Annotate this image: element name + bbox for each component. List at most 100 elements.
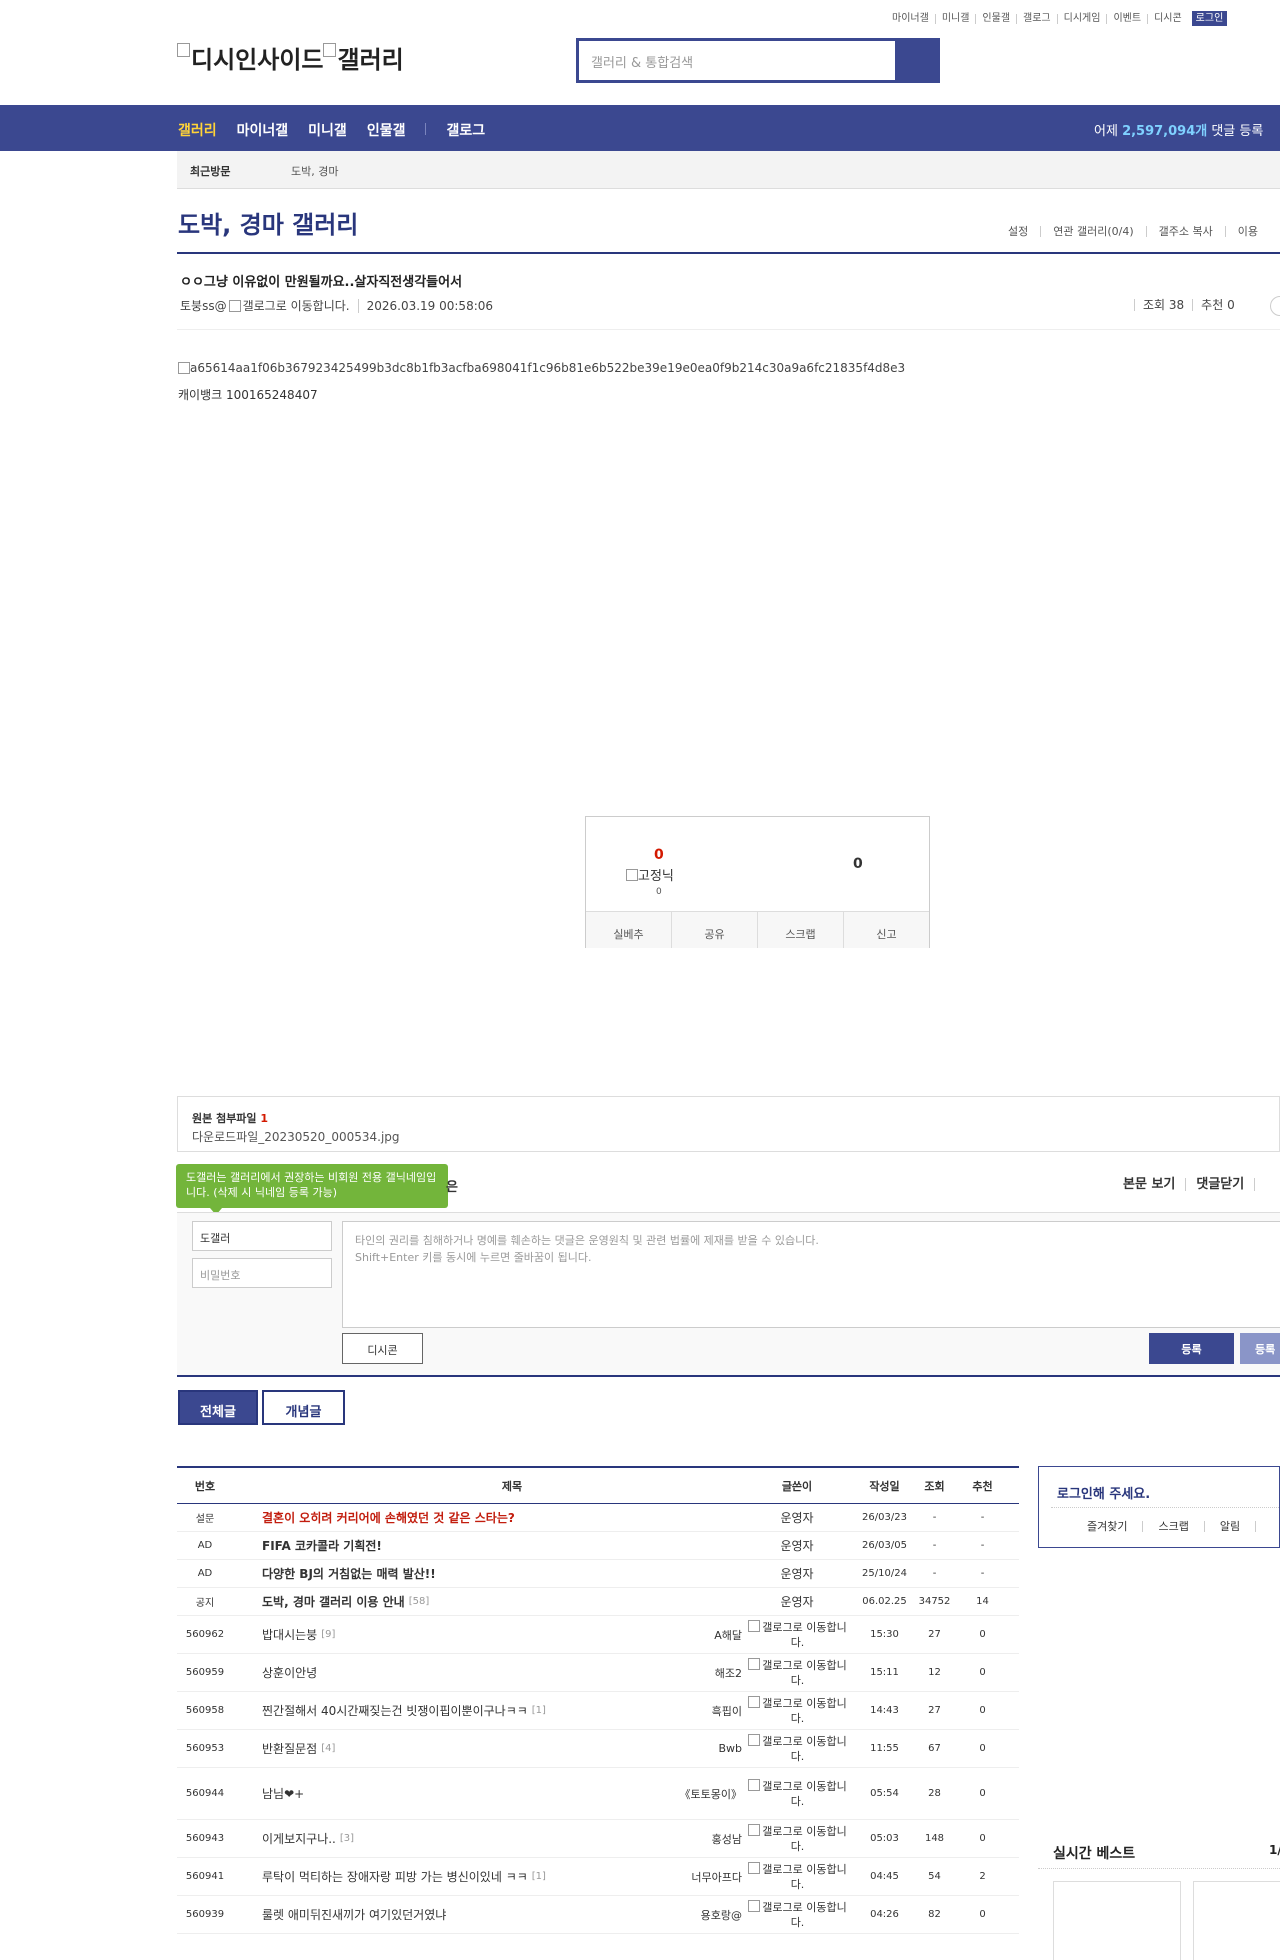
row-writer[interactable]: A해달 — [714, 1627, 742, 1643]
row-writer[interactable]: 홍성남 — [712, 1831, 742, 1847]
row-title[interactable]: 밥대시는붕 — [262, 1626, 317, 1643]
recent-visit-item[interactable]: 도박, 경마 — [291, 163, 338, 179]
row-title[interactable]: 룰렛 애미뒤진새끼가 여기있던거였냐 — [262, 1906, 446, 1923]
scrap-button[interactable]: 스크랩 — [758, 912, 844, 948]
best-thumbnail[interactable] — [1053, 1881, 1181, 1960]
row-writer[interactable]: 운영자 — [780, 1565, 813, 1582]
row-writer-galog[interactable]: 갤로그로 이동합니다. — [745, 1619, 850, 1650]
table-row[interactable]: 설문 결혼이 오히려 커리어에 손해였던 것 같은 스타는? 운영자 26/03/23… — [177, 1504, 1019, 1532]
galog-icon[interactable] — [228, 299, 241, 312]
table-row[interactable]: 560941 루탁이 먹티하는 장애자랑 피방 가는 병신이있네 ㅋㅋ [1] 너무아… — [177, 1858, 1019, 1896]
util-mini-gallery[interactable]: 미니갤 — [936, 13, 977, 24]
recommend-up-count[interactable]: 0 — [654, 847, 664, 863]
comment-textarea[interactable]: 타인의 권리를 침해하거나 명예를 훼손하는 댓글은 운영원칙 및 관련 법률에… — [342, 1221, 1280, 1328]
row-writer-galog[interactable]: 갤로그로 이동합니다. — [745, 1823, 850, 1854]
row-writer[interactable]: 운영자 — [780, 1537, 813, 1554]
util-person-gallery[interactable]: 인물갤 — [976, 13, 1018, 24]
nickname-field[interactable]: 도갤러 — [192, 1221, 332, 1251]
row-reply-count[interactable]: [58] — [409, 1596, 430, 1607]
row-reply-count[interactable]: [9] — [321, 1629, 335, 1640]
nav-minor-gallery[interactable]: 마이너갤 — [237, 120, 289, 140]
row-writer[interactable]: Bwb — [718, 1742, 742, 1755]
row-title[interactable]: FIFA 코카콜라 기획전! — [262, 1537, 382, 1554]
favorites-link[interactable]: 즐겨찾기 — [1039, 1521, 1144, 1532]
login-prompt-title[interactable]: 로그인해 주세요. — [1057, 1483, 1150, 1502]
nav-person-gallery[interactable]: 인물갤 — [367, 120, 406, 140]
login-prompt-divider — [1051, 1507, 1280, 1508]
row-writer[interactable]: 해조2 — [715, 1665, 742, 1681]
scrap-link[interactable]: 스크랩 — [1143, 1521, 1205, 1532]
galog-icon — [748, 1657, 761, 1670]
report-button[interactable]: 신고 — [844, 912, 929, 948]
gallery-title[interactable]: 도박, 경마 갤러리 — [178, 205, 358, 240]
util-galog[interactable]: 갤로그 — [1017, 13, 1058, 24]
best-thumbnail[interactable] — [1193, 1881, 1280, 1960]
row-writer-galog[interactable]: 갤로그로 이동합니다. — [745, 1657, 850, 1688]
site-logo[interactable]: 디시인사이드 갤러리 — [177, 40, 404, 75]
row-reply-count[interactable]: [1] — [532, 1871, 546, 1882]
row-title[interactable]: 반환질문점 — [262, 1740, 317, 1757]
table-row[interactable]: 560959 상훈이안녕 해조2 갤로그로 이동합니다. 15:11 12 0 — [177, 1654, 1019, 1692]
row-title[interactable]: 이게보지구나.. — [262, 1830, 336, 1847]
row-title[interactable]: 도박, 경마 갤러리 이용 안내 — [262, 1593, 405, 1610]
row-writer[interactable]: 운영자 — [780, 1593, 813, 1610]
row-title[interactable]: 루탁이 먹티하는 장애자랑 피방 가는 병신이있네 ㅋㅋ — [262, 1868, 528, 1885]
table-row[interactable]: 560958 찐간절해서 40시간째짖는건 빗쟁이핍이뿐이구나ㅋㅋ [1] 흑핍이 갤로… — [177, 1692, 1019, 1730]
table-row[interactable]: 560943 이게보지구나.. [3] 홍성남 갤로그로 이동합니다. 05:03 148 0 — [177, 1820, 1019, 1858]
row-writer-galog[interactable]: 갤로그로 이동합니다. — [745, 1899, 850, 1930]
nav-galog[interactable]: 갤로그 — [446, 120, 485, 140]
table-row[interactable]: AD 다양한 BJ의 거침없는 매력 발산!! 운영자 25/10/24 - - — [177, 1560, 1019, 1588]
attachment-file-link[interactable]: 다운로드파일_20230520_000534.jpg — [192, 1128, 400, 1145]
row-writer-galog[interactable]: 갤로그로 이동합니다. — [745, 1695, 850, 1726]
submit-comment-button[interactable]: 등록 — [1149, 1333, 1234, 1364]
gallery-settings-link[interactable]: 설정 — [1008, 226, 1042, 237]
search-input[interactable]: 갤러리 & 통합검색 — [579, 41, 895, 80]
tab-concept-posts[interactable]: 개념글 — [262, 1390, 345, 1425]
table-row[interactable]: 560939 룰렛 애미뒤진새끼가 여기있던거였냐 용호랑@ 갤로그로 이동합니다. 0… — [177, 1896, 1019, 1934]
share-button[interactable]: 공유 — [672, 912, 758, 948]
util-dccon[interactable]: 디시콘 — [1148, 13, 1188, 24]
tab-all-posts[interactable]: 전체글 — [178, 1390, 258, 1425]
util-minor-gallery[interactable]: 마이너갤 — [892, 13, 936, 24]
util-event[interactable]: 이벤트 — [1107, 13, 1149, 24]
row-title[interactable]: 찐간절해서 40시간째짖는건 빗쟁이핍이뿐이구나ㅋㅋ — [262, 1702, 528, 1719]
related-gallery-link[interactable]: 연관 갤러리(0/4) — [1041, 226, 1147, 237]
row-writer[interactable]: 용호랑@ — [701, 1907, 742, 1923]
row-writer-galog[interactable]: 갤로그로 이동합니다. — [745, 1733, 850, 1764]
row-writer[interactable]: 흑핍이 — [712, 1703, 742, 1719]
nav-gallery[interactable]: 갤러리 — [178, 120, 217, 140]
submit-comment-secondary-button[interactable]: 등록 — [1240, 1333, 1280, 1364]
row-title[interactable]: 다양한 BJ의 거침없는 매력 발산!! — [262, 1565, 436, 1582]
post-writer[interactable]: 토붕ss@ — [180, 297, 227, 314]
row-writer[interactable]: 운영자 — [780, 1509, 813, 1526]
row-reply-count[interactable]: [3] — [340, 1833, 354, 1844]
row-writer-galog[interactable]: 갤로그로 이동합니다. — [745, 1778, 850, 1809]
row-writer[interactable]: 너무아프다 — [691, 1869, 742, 1885]
table-row[interactable]: 560944 남님❤+ 《토토몽이》 갤로그로 이동합니다. 05:54 28 0 — [177, 1768, 1019, 1820]
recommend-down-count[interactable]: 0 — [853, 856, 863, 872]
dccon-button[interactable]: 디시콘 — [342, 1333, 423, 1364]
row-title[interactable]: 결혼이 오히려 커리어에 손해였던 것 같은 스타는? — [262, 1509, 515, 1526]
table-row[interactable]: 560953 반환질문점 [4] Bwb 갤로그로 이동합니다. 11:55 67 0 — [177, 1730, 1019, 1768]
table-row[interactable]: AD FIFA 코카콜라 기획전! 운영자 26/03/05 - - — [177, 1532, 1019, 1560]
util-dcgame[interactable]: 디시게임 — [1058, 13, 1108, 24]
table-row[interactable]: 공지 도박, 경마 갤러리 이용 안내 [58] 운영자 06.02.25 34752 14 — [177, 1588, 1019, 1616]
view-body-link[interactable]: 본문 보기 — [1123, 1178, 1187, 1191]
notification-link[interactable]: 알림 — [1205, 1521, 1257, 1532]
search-button[interactable] — [895, 41, 937, 80]
row-writer-galog[interactable]: 갤로그로 이동합니다. — [745, 1861, 850, 1892]
gallery-usage-link[interactable]: 이용 — [1226, 226, 1270, 237]
row-writer[interactable]: 《토토몽이》 — [680, 1786, 742, 1802]
password-field[interactable]: 비밀번호 — [192, 1258, 332, 1288]
table-row[interactable]: 560962 밥대시는붕 [9] A해달 갤로그로 이동합니다. 15:30 27 0 — [177, 1616, 1019, 1654]
best-recommend-button[interactable]: 실베추 — [586, 912, 672, 948]
row-title[interactable]: 남님❤+ — [262, 1785, 304, 1802]
row-reply-count[interactable]: [1] — [532, 1705, 546, 1716]
row-title[interactable]: 상훈이안녕 — [262, 1664, 317, 1681]
row-reply-count[interactable]: [4] — [321, 1743, 335, 1754]
copy-gallery-address-link[interactable]: 갤주소 복사 — [1147, 226, 1226, 237]
post-share-icon[interactable] — [1270, 296, 1280, 316]
close-comments-link[interactable]: 댓글닫기 — [1186, 1178, 1256, 1191]
login-button[interactable]: 로그인 — [1191, 11, 1228, 26]
nav-mini-gallery[interactable]: 미니갤 — [308, 120, 347, 140]
